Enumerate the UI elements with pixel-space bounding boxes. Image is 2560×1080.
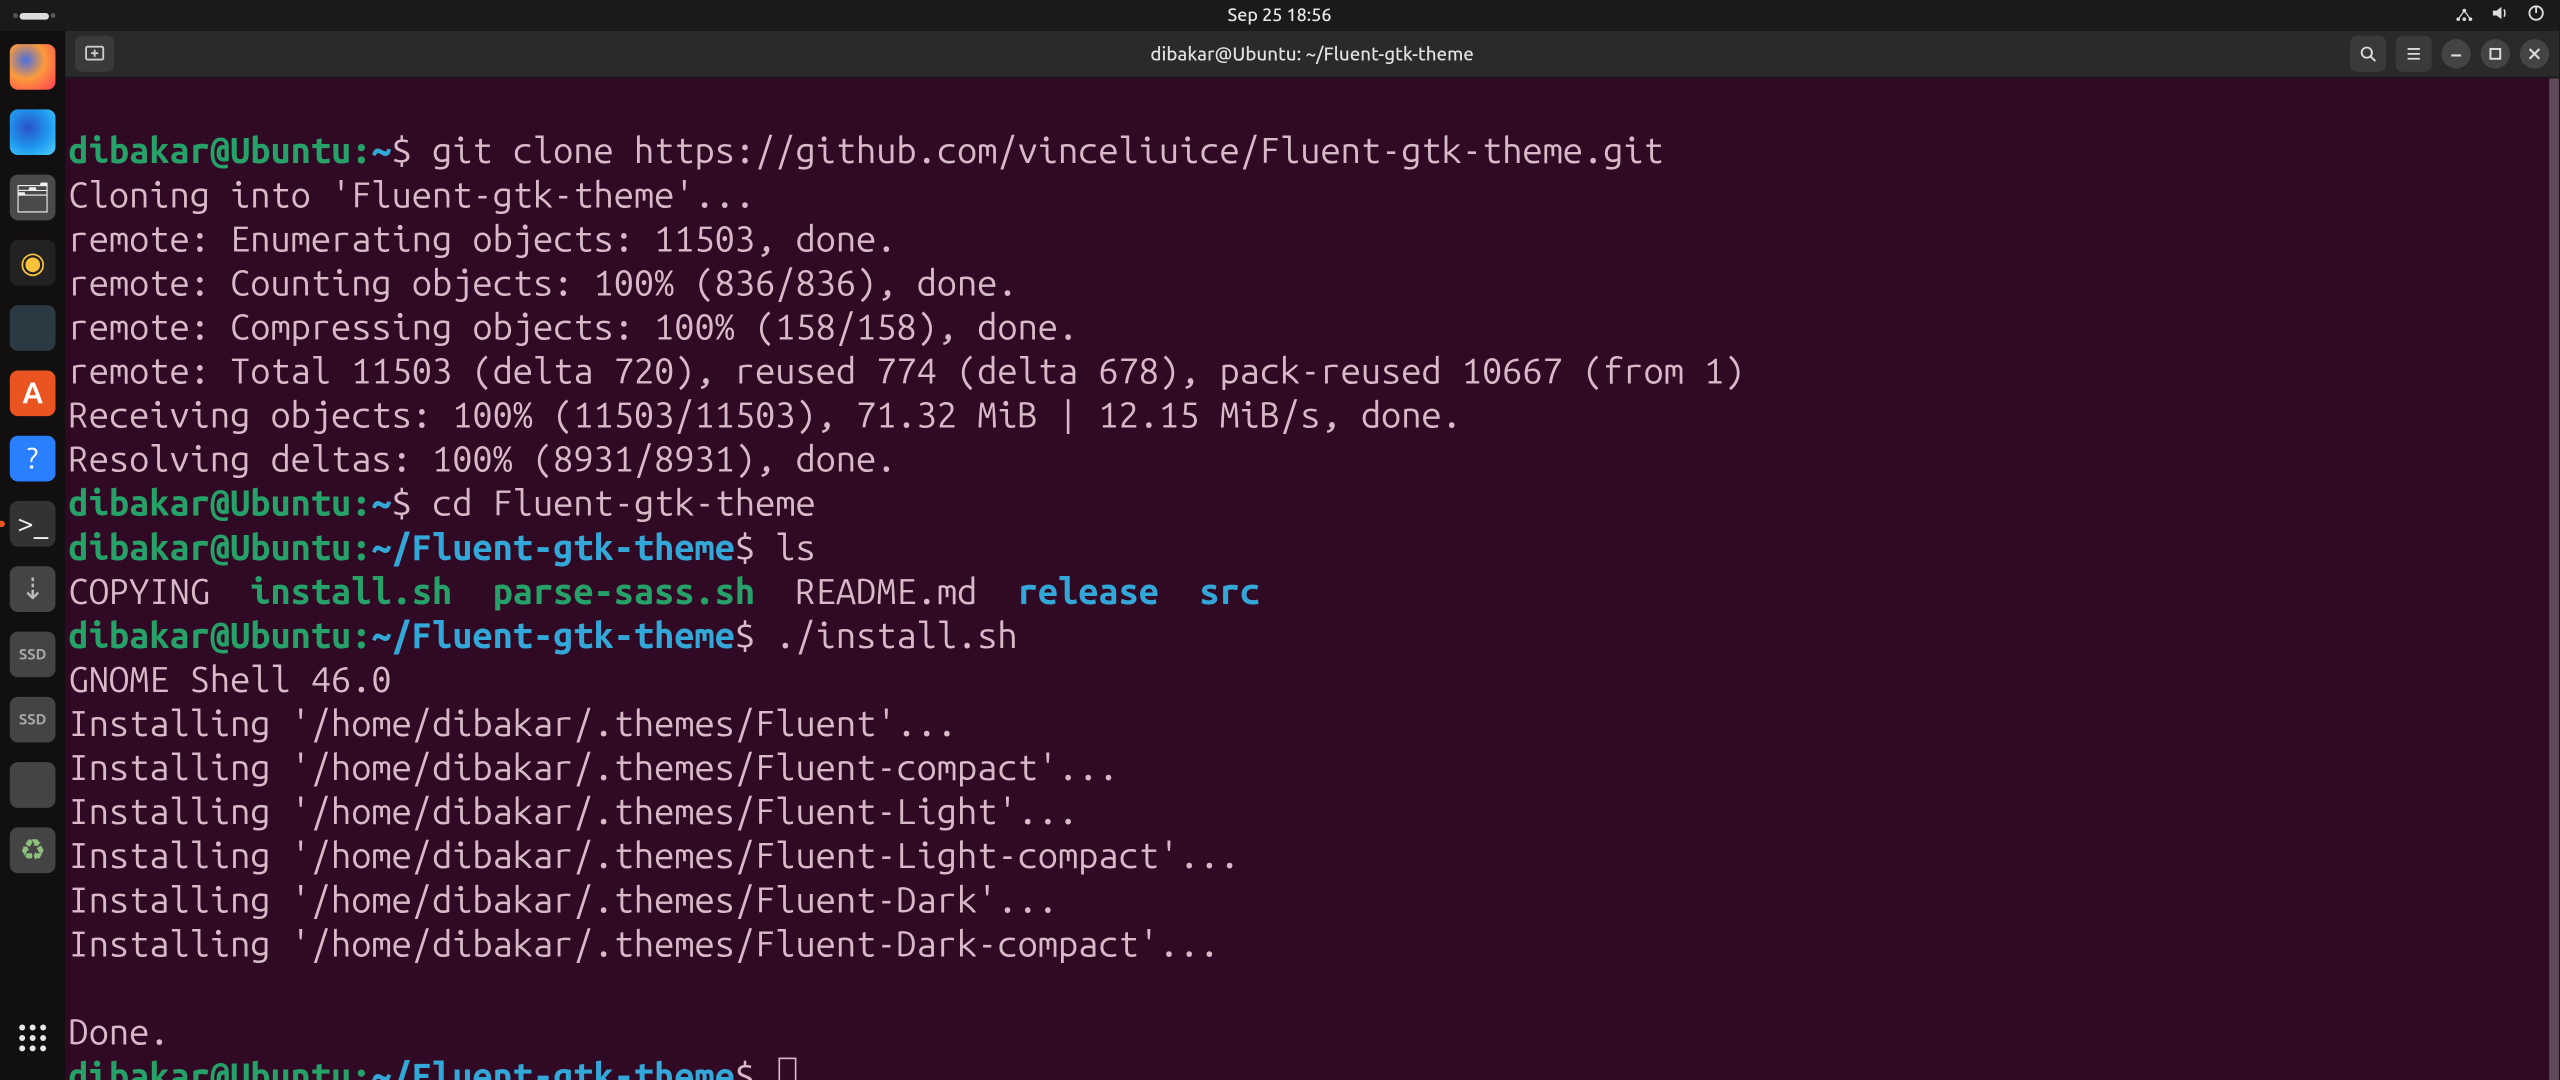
- ssd1-icon: SSD: [10, 632, 56, 678]
- prompt-sigil: $: [735, 615, 755, 656]
- dock-item-firefox[interactable]: [7, 41, 59, 93]
- libreoffice-icon: [10, 305, 56, 351]
- prompt-path: ~/Fluent-gtk-theme: [371, 1056, 734, 1080]
- hamburger-icon: [2404, 44, 2424, 64]
- dock-item-files[interactable]: 🗂: [7, 171, 59, 223]
- dock-item-ssd1[interactable]: SSD: [7, 628, 59, 680]
- ssd2-icon: SSD: [10, 697, 56, 743]
- power-icon[interactable]: [2526, 3, 2546, 27]
- dock-item-ssd2[interactable]: SSD: [7, 694, 59, 746]
- prompt-user: dibakar@Ubuntu: [69, 527, 352, 568]
- close-button[interactable]: [2520, 39, 2549, 68]
- software-icon: A: [10, 370, 56, 416]
- ls-release: release: [1018, 571, 1159, 612]
- ls-src: src: [1199, 571, 1260, 612]
- plus-icon: [83, 42, 106, 65]
- terminal-window: dibakar@Ubuntu: ~/Fluent-gtk-theme dibak…: [65, 31, 2559, 1080]
- prompt-sigil: $: [392, 131, 412, 172]
- output-line: remote: Counting objects: 100% (836/836)…: [69, 263, 1018, 304]
- cmd-ls: ls: [775, 527, 815, 568]
- search-button[interactable]: [2350, 36, 2386, 72]
- prompt-path: ~/Fluent-gtk-theme: [371, 527, 734, 568]
- dock: 🗂 ◉ A? >_ ⇣ SSD SSD ♻: [0, 31, 65, 1080]
- show-applications-button[interactable]: [7, 1012, 59, 1064]
- output-line: remote: Enumerating objects: 11503, done…: [69, 219, 897, 260]
- maximize-button[interactable]: [2481, 39, 2510, 68]
- window-titlebar[interactable]: dibakar@Ubuntu: ~/Fluent-gtk-theme: [65, 31, 2559, 78]
- drive2-icon: [10, 762, 56, 808]
- trash-icon: ♻: [10, 827, 56, 873]
- prompt-path: ~: [371, 483, 391, 524]
- prompt-user: dibakar@Ubuntu: [69, 615, 352, 656]
- prompt-sigil: $: [735, 527, 755, 568]
- activities-button[interactable]: [13, 12, 55, 19]
- terminal-body[interactable]: dibakar@Ubuntu:~$ git clone https://gith…: [65, 78, 2559, 1080]
- system-status-area[interactable]: [2455, 3, 2546, 27]
- ls-install: install.sh: [250, 571, 452, 612]
- dock-item-software[interactable]: A: [7, 367, 59, 419]
- dock-item-help[interactable]: ?: [7, 432, 59, 484]
- dock-item-drive1[interactable]: ⇣: [7, 563, 59, 615]
- output-line: Done.: [69, 1012, 170, 1053]
- cmd-cd: cd Fluent-gtk-theme: [432, 483, 816, 524]
- search-icon: [2358, 44, 2378, 64]
- thunderbird-icon: [10, 109, 56, 155]
- gnome-topbar: Sep 25 18:56: [0, 0, 2559, 31]
- prompt-user: dibakar@Ubuntu: [69, 1056, 352, 1080]
- minimize-icon: [2448, 46, 2464, 62]
- output-line: Receiving objects: 100% (11503/11503), 7…: [69, 395, 1462, 436]
- cmd-git-clone: git clone https://github.com/vinceliuice…: [432, 131, 1664, 172]
- ls-parse: parse-sass.sh: [493, 571, 755, 612]
- apps-grid-icon: [15, 1020, 51, 1056]
- rhythmbox-icon: ◉: [10, 240, 56, 286]
- terminal-scrollbar[interactable]: [2549, 78, 2559, 1080]
- hamburger-menu-button[interactable]: [2396, 36, 2432, 72]
- close-icon: [2526, 46, 2542, 62]
- output-line: Installing '/home/dibakar/.themes/Fluent…: [69, 880, 1058, 921]
- terminal-cursor: [779, 1058, 797, 1080]
- firefox-icon: [10, 44, 56, 90]
- cmd-install: ./install.sh: [775, 615, 1017, 656]
- network-icon[interactable]: [2455, 3, 2475, 27]
- dock-item-rhythmbox[interactable]: ◉: [7, 237, 59, 289]
- files-icon: 🗂: [10, 175, 56, 221]
- dock-item-thunderbird[interactable]: [7, 106, 59, 158]
- prompt-user: dibakar@Ubuntu: [69, 483, 352, 524]
- output-line: Installing '/home/dibakar/.themes/Fluent…: [69, 792, 1079, 833]
- dock-item-drive2[interactable]: [7, 759, 59, 811]
- dock-item-libreoffice[interactable]: [7, 302, 59, 354]
- minimize-button[interactable]: [2441, 39, 2470, 68]
- prompt-user: dibakar@Ubuntu: [69, 131, 352, 172]
- prompt-sigil: $: [392, 483, 412, 524]
- help-icon: ?: [10, 436, 56, 482]
- drive1-icon: ⇣: [10, 566, 56, 612]
- terminal-icon: >_: [10, 501, 56, 547]
- output-line: remote: Compressing objects: 100% (158/1…: [69, 307, 1079, 348]
- clock[interactable]: Sep 25 18:56: [1227, 6, 1331, 26]
- output-line: Installing '/home/dibakar/.themes/Fluent…: [69, 703, 957, 744]
- volume-icon[interactable]: [2490, 3, 2510, 27]
- ls-readme: README.md: [795, 571, 977, 612]
- ls-copying: COPYING: [69, 571, 210, 612]
- output-line: Installing '/home/dibakar/.themes/Fluent…: [69, 924, 1220, 965]
- output-line: Installing '/home/dibakar/.themes/Fluent…: [69, 747, 1119, 788]
- prompt-path: ~: [371, 131, 391, 172]
- scrollbar-thumb[interactable]: [2549, 78, 2559, 1080]
- output-line: remote: Total 11503 (delta 720), reused …: [69, 351, 1745, 392]
- output-line: GNOME Shell 46.0: [69, 659, 392, 700]
- prompt-sigil: $: [735, 1056, 755, 1080]
- window-title: dibakar@Ubuntu: ~/Fluent-gtk-theme: [1150, 43, 1473, 64]
- dock-item-trash[interactable]: ♻: [7, 824, 59, 876]
- maximize-icon: [2487, 46, 2503, 62]
- output-line: Installing '/home/dibakar/.themes/Fluent…: [69, 836, 1240, 877]
- dock-item-terminal[interactable]: >_: [7, 498, 59, 550]
- new-tab-button[interactable]: [75, 36, 114, 72]
- output-line: Resolving deltas: 100% (8931/8931), done…: [69, 439, 897, 480]
- prompt-path: ~/Fluent-gtk-theme: [371, 615, 734, 656]
- output-line: Cloning into 'Fluent-gtk-theme'...: [69, 175, 756, 216]
- window-controls: [2350, 36, 2549, 72]
